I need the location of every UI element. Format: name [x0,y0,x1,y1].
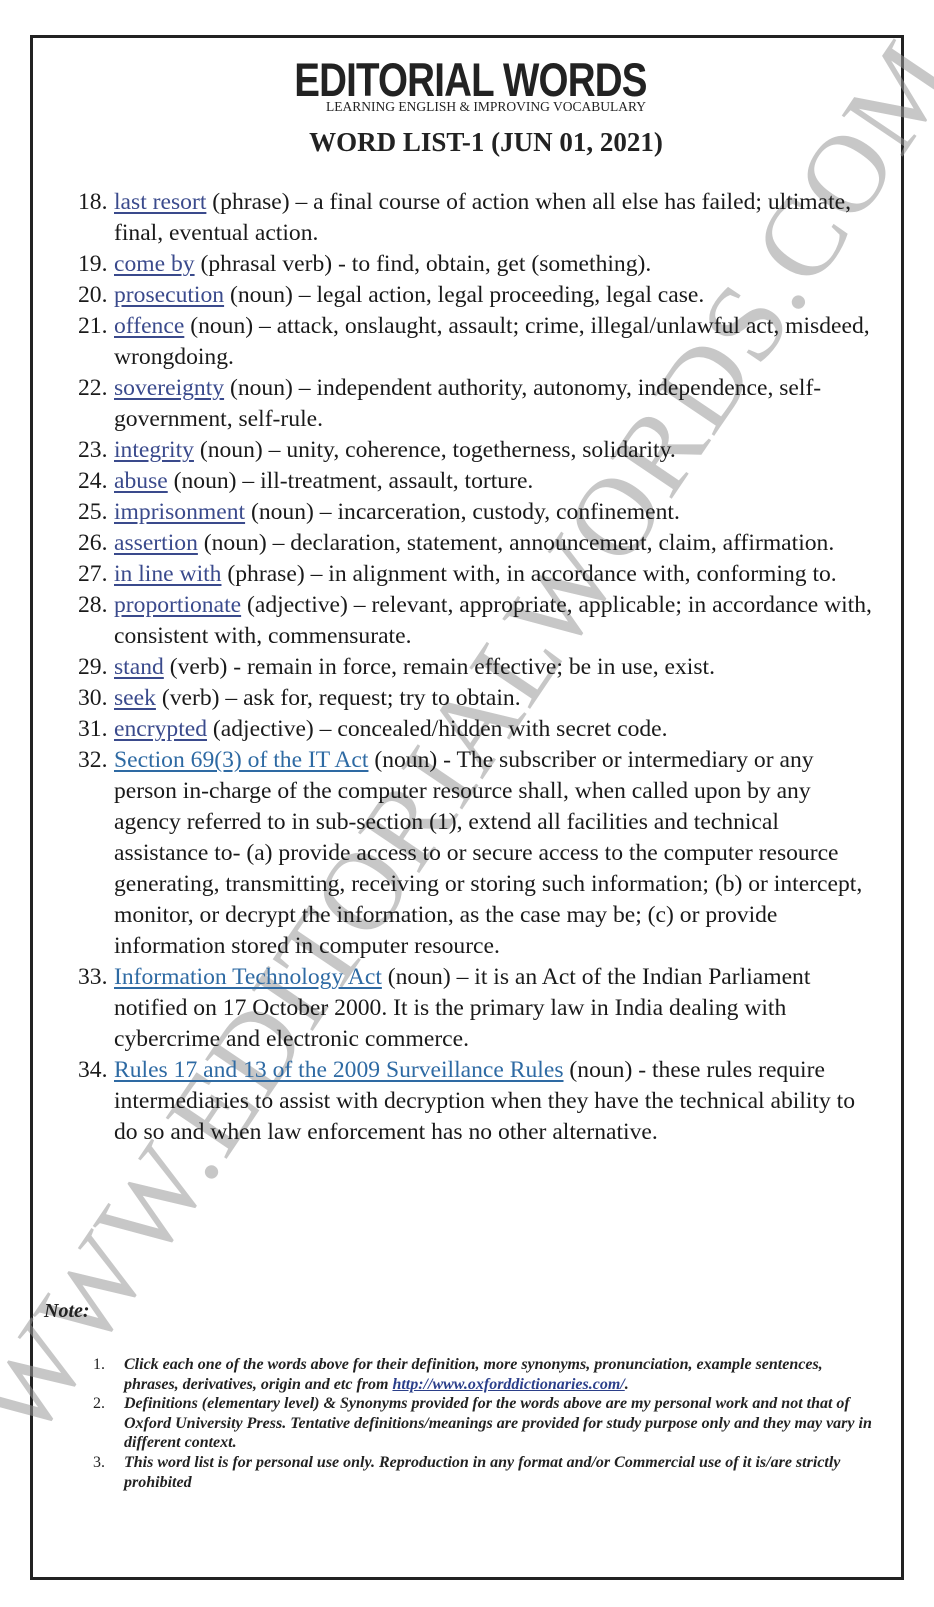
entry-number: 29. [78,654,108,680]
word-definition: (phrase) – a final course of action when… [114,189,852,246]
word-entry: 27. in line with (phrase) – in alignment … [78,559,878,590]
word-definition: (phrasal verb) - to find, obtain, get (s… [194,251,652,277]
note-number: 3. [93,1453,105,1471]
entry-number: 31. [78,716,108,742]
word-link[interactable]: seek [114,685,156,711]
entry-number: 18. [78,189,108,215]
entry-number: 34. [78,1057,108,1083]
word-link[interactable]: Rules 17 and 13 of the 2009 Surveillance… [114,1057,564,1083]
word-entry: 31. encrypted (adjective) – concealed/hid… [78,714,878,745]
word-entry: 20. prosecution (noun) – legal action, le… [78,280,878,311]
word-link[interactable]: imprisonment [114,499,245,525]
word-entry: 28. proportionate (adjective) – relevant,… [78,590,878,652]
entry-number: 26. [78,530,108,556]
entry-number: 28. [78,592,108,618]
word-link[interactable]: last resort [114,189,206,215]
word-definition: (verb) – ask for, request; try to obtain… [155,685,521,711]
note-number: 2. [93,1395,105,1413]
word-definition: (adjective) – concealed/hidden with secr… [207,716,668,742]
word-link[interactable]: come by [114,251,195,277]
word-entry: 34. Rules 17 and 13 of the 2009 Surveilla… [78,1055,878,1148]
note-item: 2. Definitions (elementary level) & Synon… [93,1394,873,1453]
entry-number: 27. [78,561,108,587]
entry-number: 23. [78,437,108,463]
oxford-dictionaries-link[interactable]: http://www.oxforddictionaries.com/ [392,1376,624,1393]
word-link[interactable]: Information Technology Act [114,964,382,990]
word-definition: (verb) - remain in force, remain effecti… [163,654,715,680]
entry-number: 32. [78,747,108,773]
word-entry: 22. sovereignty (noun) – independent auth… [78,373,878,435]
word-definition: (noun) – legal action, legal proceeding,… [224,282,705,308]
word-entry: 33. Information Technology Act (noun) – i… [78,962,878,1055]
entry-number: 24. [78,468,108,494]
word-entry: 19. come by (phrasal verb) - to find, obt… [78,249,878,280]
word-link[interactable]: sovereignty [114,375,224,401]
note-label: Note: [44,1300,90,1322]
word-definition: (phrase) – in alignment with, in accorda… [221,561,837,587]
word-definition: (noun) – incarceration, custody, confine… [245,499,680,525]
entry-number: 20. [78,282,108,308]
word-entry: 32. Section 69(3) of the IT Act (noun) - … [78,745,878,962]
brand-tagline: LEARNING ENGLISH & IMPROVING VOCABULARY [325,99,646,114]
word-link[interactable]: assertion [114,530,198,556]
note-item: 1. Click each one of the words above for … [93,1355,873,1394]
word-link[interactable]: in line with [114,561,221,587]
word-link[interactable]: abuse [114,468,168,494]
word-link[interactable]: prosecution [114,282,224,308]
word-entry: 21. offence (noun) – attack, onslaught, a… [78,311,878,373]
note-text: Definitions (elementary level) & Synonym… [124,1395,872,1452]
word-entry: 23. integrity (noun) – unity, coherence, … [78,435,878,466]
word-entry: 29. stand (verb) - remain in force, remai… [78,652,878,683]
word-entry: 26. assertion (noun) – declaration, state… [78,528,878,559]
note-text-suffix: . [624,1375,629,1393]
entry-number: 21. [78,313,108,339]
word-entry: 25. imprisonment (noun) – incarceration, … [78,497,878,528]
word-definition: (noun) – declaration, statement, announc… [197,530,835,556]
word-link[interactable]: integrity [114,437,194,463]
word-definition: (noun) – unity, coherence, togetherness,… [193,437,676,463]
note-list: 1. Click each one of the words above for … [93,1355,873,1492]
note-item: 3. This word list is for personal use onl… [93,1453,873,1492]
entry-number: 25. [78,499,108,525]
word-entry: 18. last resort (phrase) – a final course… [78,187,878,249]
word-link[interactable]: encrypted [114,716,207,742]
word-definition: (noun) - The subscriber or intermediary … [114,747,863,959]
note-number: 1. [93,1356,105,1373]
entry-number: 33. [78,964,108,990]
word-link[interactable]: proportionate [114,592,241,618]
entry-number: 30. [78,685,108,711]
word-definition: (noun) – attack, onslaught, assault; cri… [114,313,870,370]
word-definition: (noun) – ill-treatment, assault, torture… [167,468,534,494]
word-link[interactable]: Section 69(3) of the IT Act [114,747,368,773]
word-entry: 30. seek (verb) – ask for, request; try t… [78,683,878,714]
word-link[interactable]: stand [114,654,164,680]
word-entry: 24. abuse (noun) – ill-treatment, assault… [78,466,878,497]
word-list-title: WORD LIST-1 (JUN 01, 2021) [309,127,663,157]
word-list: 18. last resort (phrase) – a final course… [78,187,878,1148]
note-text: This word list is for personal use only.… [124,1453,841,1491]
word-link[interactable]: offence [114,313,184,339]
entry-number: 19. [78,251,108,277]
entry-number: 22. [78,375,108,401]
